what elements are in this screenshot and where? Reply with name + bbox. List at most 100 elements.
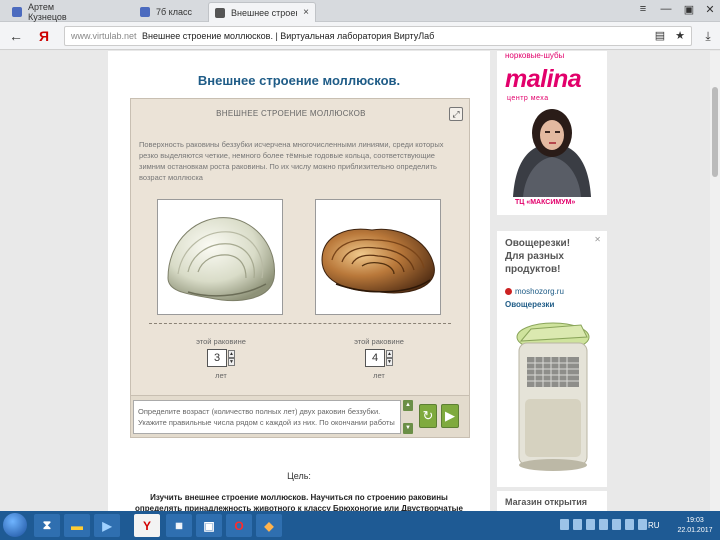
- page-viewport: Внешнее строение моллюсков. ВНЕШНЕЕ СТРО…: [0, 51, 720, 511]
- vk-icon: [140, 7, 150, 17]
- grid-app-icon: ▦: [175, 521, 183, 530]
- clock[interactable]: 19:03 22.01.2017: [672, 516, 718, 536]
- spin-down-icon[interactable]: ▼: [386, 358, 393, 366]
- restore-icon[interactable]: ▣: [682, 3, 696, 16]
- article: Внешнее строение моллюсков. ВНЕШНЕЕ СТРО…: [108, 51, 490, 511]
- tray-icon[interactable]: [573, 519, 582, 530]
- opera-icon: O: [234, 518, 244, 533]
- goal-text: Изучить внешнее строение моллюсков. Науч…: [135, 493, 463, 511]
- shell-2-unit: лет: [373, 371, 385, 380]
- taskbar-yandex-browser[interactable]: Y: [134, 514, 160, 537]
- ad-cutter-site: moshozorg.ru: [505, 287, 564, 296]
- taskbar-explorer[interactable]: ▬: [64, 514, 90, 537]
- browser-tab-strip: Артем Кузнецов 7б класс Внешнее строение…: [0, 0, 720, 22]
- ad-fur-center[interactable]: норковые-шубы malina центр меха ТЦ «МАКС…: [497, 51, 607, 215]
- language-indicator[interactable]: RU: [648, 521, 660, 530]
- virtual-lab-panel: ВНЕШНЕЕ СТРОЕНИЕ МОЛЛЮСКОВ ⤢ Поверхность…: [130, 98, 470, 438]
- spin-up-icon[interactable]: ▲: [386, 350, 393, 358]
- tray-icon[interactable]: [560, 519, 569, 530]
- reset-button[interactable]: ↻: [419, 404, 437, 428]
- ad-fur-caption: ТЦ «МАКСИМУМ»: [515, 199, 576, 206]
- tab-label: 7б класс: [156, 7, 192, 17]
- shell-2-age-input[interactable]: 4: [365, 349, 385, 367]
- yandex-logo-icon[interactable]: Я: [36, 28, 52, 44]
- taskbar-app-4[interactable]: ◆: [256, 514, 282, 537]
- taskbar-app-2[interactable]: ▦: [166, 514, 192, 537]
- clock-time: 19:03: [686, 517, 704, 524]
- app-icon: ◆: [264, 518, 274, 533]
- shell-2-spinner: ▲ ▼: [386, 350, 393, 366]
- vk-icon: [12, 7, 22, 17]
- shell-image-2: [315, 199, 441, 315]
- pale-shell-icon: [167, 217, 275, 301]
- scroll-up-icon[interactable]: ▲: [403, 400, 413, 411]
- page-title: Внешнее строение моллюсков.: [197, 73, 401, 88]
- address-bar: ← Я www.virtulab.net Внешнее строение мо…: [0, 22, 720, 50]
- tab-7b-class[interactable]: 7б класс: [134, 2, 204, 22]
- tab-artem[interactable]: Артем Кузнецов: [6, 2, 84, 22]
- back-arrow-icon[interactable]: ←: [8, 28, 24, 44]
- close-window-icon[interactable]: ✕: [703, 3, 717, 16]
- next-button[interactable]: ▶: [441, 404, 459, 428]
- shell-1-age-input[interactable]: 3: [207, 349, 227, 367]
- ad-cutter-title: Овощерезки! Для разных продуктов!: [505, 238, 571, 275]
- tray-icon[interactable]: [625, 519, 634, 530]
- ad-fur-top: норковые-шубы: [505, 51, 565, 60]
- shell-1-spinner: ▲ ▼: [228, 350, 235, 366]
- play-icon: ▶: [445, 408, 455, 423]
- shell-2-stepper: 4 ▲ ▼: [339, 349, 419, 367]
- goal-label: Цель:: [287, 471, 311, 481]
- bookmark-star-icon[interactable]: ★: [672, 28, 688, 44]
- shell-1-unit: лет: [215, 371, 227, 380]
- spin-down-icon[interactable]: ▼: [228, 358, 235, 366]
- tray-icon[interactable]: [599, 519, 608, 530]
- tray-icon[interactable]: [638, 519, 647, 530]
- media-player-icon: ▶: [102, 518, 112, 533]
- lab-title: ВНЕШНЕЕ СТРОЕНИЕ МОЛЛЮСКОВ: [216, 109, 366, 118]
- expand-icon[interactable]: ⤢: [449, 107, 463, 121]
- tray-icon[interactable]: [612, 519, 621, 530]
- system-tray: [560, 519, 647, 530]
- spin-up-icon[interactable]: ▲: [228, 350, 235, 358]
- windows-taskbar: ⧗ ▬ ▶ Y ▦ ▣ O ◆ RU 19:03 22.01.2017: [0, 511, 720, 540]
- ad-cutter-name: Овощерезки: [505, 300, 555, 309]
- ad-store-title: Магазин открытия: [505, 497, 587, 507]
- taskbar-opera[interactable]: O: [226, 514, 252, 537]
- start-button[interactable]: [3, 513, 27, 537]
- folder-icon: ▬: [71, 518, 83, 533]
- scroll-down-icon[interactable]: ▼: [403, 423, 413, 434]
- ad-cutter-site-text: moshozorg.ru: [515, 287, 564, 296]
- close-tab-icon[interactable]: ×: [303, 7, 309, 18]
- window-app-icon: ▣: [203, 518, 215, 533]
- shell-1-stepper: 3 ▲ ▼: [181, 349, 261, 367]
- menu-icon[interactable]: ≡: [636, 3, 650, 15]
- tab-mollusc[interactable]: Внешнее строение молл ×: [208, 2, 316, 22]
- woman-in-fur-icon: [513, 109, 591, 197]
- lab-instruction-bar: Определите возраст (количество полных ле…: [131, 395, 469, 437]
- tray-icon[interactable]: [586, 519, 595, 530]
- scrollbar-thumb[interactable]: [712, 87, 718, 177]
- minimize-icon[interactable]: —: [659, 3, 673, 15]
- tab-label: Артем Кузнецов: [28, 2, 67, 22]
- url-domain: www.virtulab.net: [71, 31, 137, 41]
- taskbar-app-1[interactable]: ⧗: [34, 514, 60, 537]
- ad-vegetable-cutters[interactable]: Овощерезки! Для разных продуктов! ✕ mosh…: [497, 231, 607, 487]
- ad-store-opening[interactable]: Магазин открытия: [497, 491, 607, 511]
- yandex-browser-icon: Y: [142, 518, 151, 533]
- instruction-text: Определите возраст (количество полных ле…: [133, 400, 401, 434]
- page-icon: [215, 7, 225, 18]
- taskbar-media[interactable]: ▶: [94, 514, 120, 537]
- reader-icon[interactable]: ▤: [652, 28, 668, 44]
- url-page-title: Внешнее строение моллюсков. | Виртуальна…: [142, 31, 435, 41]
- page-scrollbar[interactable]: [710, 51, 720, 511]
- url-input[interactable]: www.virtulab.net Внешнее строение моллюс…: [64, 26, 692, 46]
- divider: [149, 323, 451, 324]
- taskbar-app-3[interactable]: ▣: [196, 514, 222, 537]
- lab-description: Поверхность раковины беззубки исчерчена …: [139, 140, 444, 182]
- shell-1-label: этой раковине: [196, 337, 246, 346]
- shell-image-1: [157, 199, 283, 315]
- screen: Артем Кузнецов 7б класс Внешнее строение…: [0, 0, 720, 540]
- tab-label: Внешнее строение молл: [231, 7, 297, 18]
- download-icon[interactable]: ⤓: [700, 28, 716, 44]
- ad-close-icon[interactable]: ✕: [594, 235, 601, 244]
